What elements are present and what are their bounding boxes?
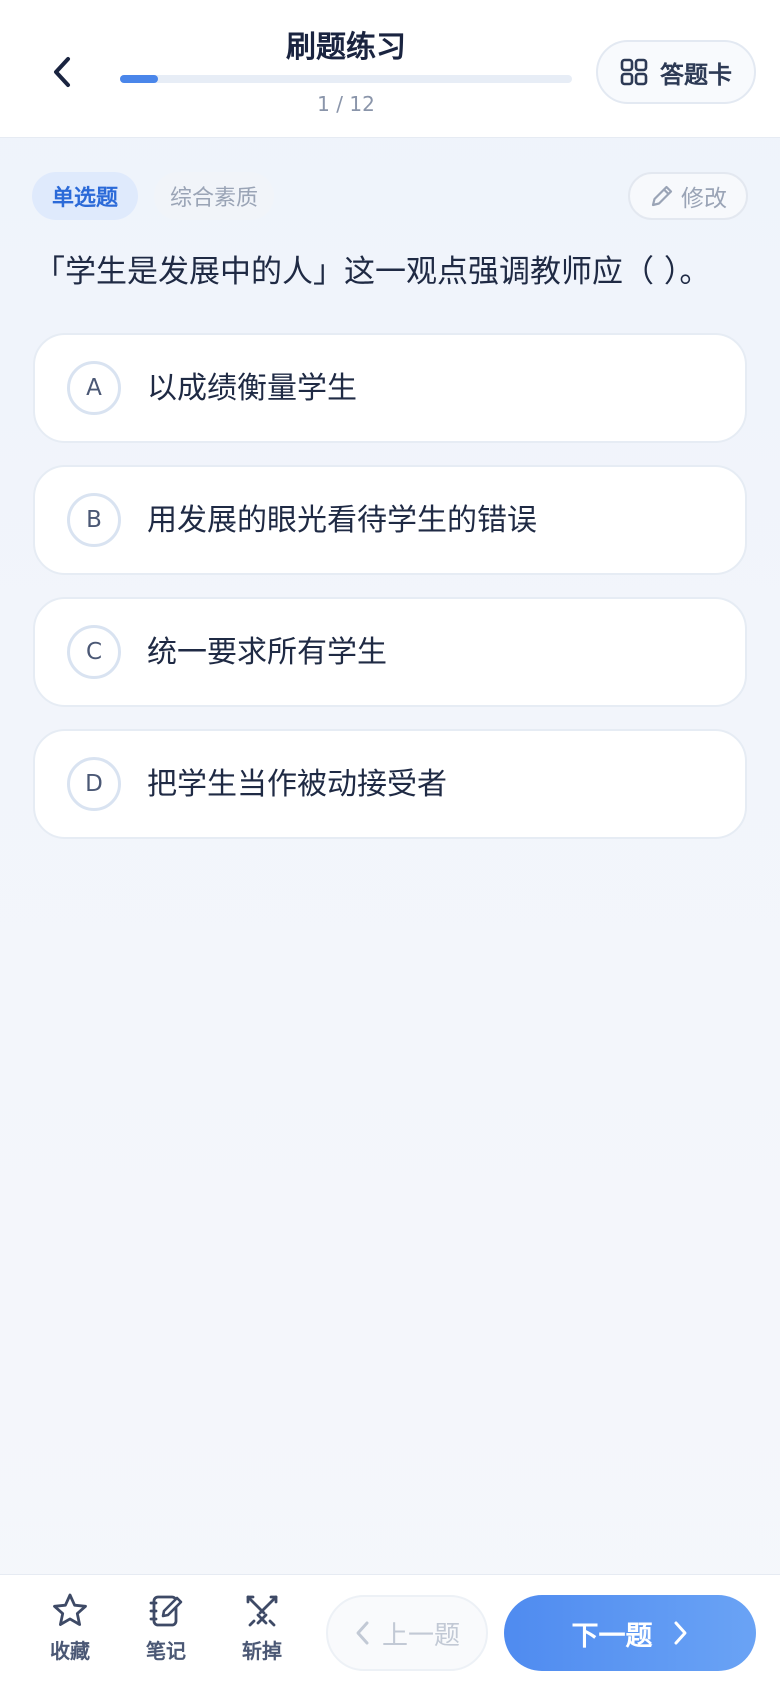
next-label: 下一题 — [571, 1620, 653, 1652]
answer-card-button[interactable]: 答题卡 — [596, 40, 756, 104]
progress-bar — [120, 75, 572, 83]
option-text: 用发展的眼光看待学生的错误 — [147, 503, 537, 538]
option-letter: A — [67, 361, 121, 415]
page-title: 刷题练习 — [286, 30, 406, 65]
progress-fill — [120, 75, 158, 83]
note-button[interactable]: 笔记 — [126, 1591, 206, 1671]
subject-tag: 综合素质 — [154, 172, 274, 220]
notebook-icon — [149, 1595, 183, 1627]
remove-button[interactable]: 斩掉 — [222, 1591, 302, 1671]
answer-card-label: 答题卡 — [660, 60, 732, 89]
option-letter: D — [67, 757, 121, 811]
pencil-icon — [651, 185, 673, 207]
question-text: 「学生是发展中的人」这一观点强调教师应（ ）。 — [34, 254, 711, 290]
option-text: 把学生当作被动接受者 — [147, 767, 447, 802]
option-text: 以成绩衡量学生 — [147, 371, 357, 406]
option-c[interactable]: C 统一要求所有学生 — [33, 597, 747, 707]
prev-question-button[interactable]: 上一题 — [326, 1595, 488, 1671]
edit-button[interactable]: 修改 — [628, 172, 748, 220]
option-a[interactable]: A 以成绩衡量学生 — [33, 333, 747, 443]
option-letter: B — [67, 493, 121, 547]
option-b[interactable]: B 用发展的眼光看待学生的错误 — [33, 465, 747, 575]
favorite-label: 收藏 — [50, 1639, 90, 1663]
next-question-button[interactable]: 下一题 — [504, 1595, 756, 1671]
favorite-button[interactable]: 收藏 — [30, 1591, 110, 1671]
edit-label: 修改 — [681, 186, 727, 212]
progress-counter: 1 / 12 — [317, 92, 375, 116]
crossed-swords-icon — [246, 1595, 278, 1627]
star-icon — [53, 1593, 87, 1626]
option-letter: C — [67, 625, 121, 679]
option-d[interactable]: D 把学生当作被动接受者 — [33, 729, 747, 839]
option-text: 统一要求所有学生 — [147, 635, 387, 670]
top-header: 刷题练习 1 / 12 答题卡 — [0, 0, 780, 138]
chevron-right-icon — [674, 1621, 686, 1645]
grid-icon — [620, 58, 648, 86]
prev-label: 上一题 — [381, 1620, 460, 1651]
remove-label: 斩掉 — [242, 1639, 282, 1663]
note-label: 笔记 — [146, 1639, 186, 1663]
bottom-toolbar: 收藏 笔记 斩掉 上一题 下一题 — [0, 1574, 780, 1688]
question-type-tag: 单选题 — [32, 172, 138, 220]
chevron-left-icon — [356, 1621, 369, 1645]
